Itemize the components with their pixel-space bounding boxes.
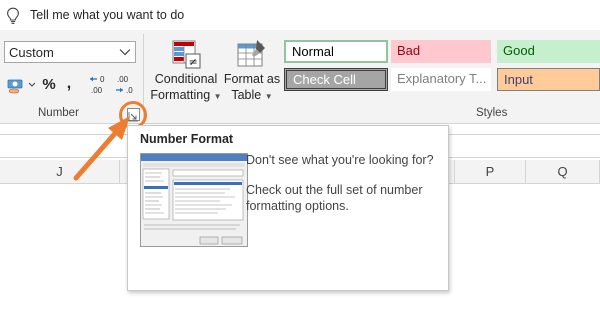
percent-style-button[interactable]: % xyxy=(40,74,58,96)
increase-decimal-button[interactable]: 0 .00 xyxy=(88,74,112,96)
lightbulb-icon xyxy=(7,7,19,24)
style-good[interactable]: Good xyxy=(497,40,600,63)
styles-group-label: Styles xyxy=(476,107,508,119)
decrease-decimal-icon: .00 .0 xyxy=(116,75,133,95)
dropdown-arrow-icon: ▼ xyxy=(264,92,273,101)
comma-style-button[interactable]: , xyxy=(62,74,76,96)
format-as-table-icon xyxy=(237,40,265,67)
dropdown-arrow-icon: ▼ xyxy=(213,92,222,101)
tooltip-title: Number Format xyxy=(140,132,234,146)
increase-decimal-icon: 0 .00 xyxy=(90,75,105,95)
conditional-formatting-icon: ≠ xyxy=(172,40,201,69)
decrease-decimal-button[interactable]: .00 .0 xyxy=(114,74,138,96)
column-header-p[interactable]: P xyxy=(454,160,526,184)
conditional-formatting-button[interactable]: ≠ Conditional Formatting ▼ xyxy=(150,36,222,106)
chevron-down-icon xyxy=(119,49,131,56)
style-bad[interactable]: Bad xyxy=(391,40,491,63)
svg-text:≠: ≠ xyxy=(189,56,198,69)
tell-me-bar[interactable]: Tell me what you want to do xyxy=(0,0,600,30)
format-cells-dialog-thumbnail xyxy=(140,153,248,247)
style-check-cell[interactable]: Check Cell xyxy=(284,68,388,91)
number-group-label: Number xyxy=(38,107,79,119)
tooltip-description: Check out the full set of number formatt… xyxy=(246,183,423,213)
svg-text:.00: .00 xyxy=(117,75,129,84)
svg-text:.00: .00 xyxy=(91,86,103,95)
style-normal[interactable]: Normal xyxy=(284,40,388,63)
svg-text:0: 0 xyxy=(100,75,105,84)
tell-me-text: Tell me what you want to do xyxy=(30,8,185,22)
style-input[interactable]: Input xyxy=(497,68,600,91)
column-header-q[interactable]: Q xyxy=(526,160,600,184)
tooltip-question: Don't see what you're looking for? xyxy=(246,153,434,167)
number-format-tooltip: Number Format Don't see what you're look… xyxy=(127,125,449,291)
style-explanatory[interactable]: Explanatory T... xyxy=(391,68,491,91)
conditional-formatting-label-2: Formatting xyxy=(150,88,211,102)
format-as-table-label-row: Table ▼ xyxy=(222,88,282,102)
number-format-value: Custom xyxy=(9,45,54,60)
column-header-j[interactable]: J xyxy=(0,160,120,184)
format-as-table-button[interactable]: Format as Table ▼ xyxy=(222,36,282,106)
conditional-formatting-label-row: Formatting ▼ xyxy=(150,88,222,102)
conditional-formatting-label-1: Conditional xyxy=(154,72,218,86)
ribbon: Custom % , 0 .00 .00 .0 Number ≠ Conditi… xyxy=(0,30,600,124)
accounting-format-button[interactable] xyxy=(6,74,38,96)
svg-text:.0: .0 xyxy=(126,86,133,95)
format-as-table-label-1: Format as xyxy=(223,72,281,86)
number-format-dropdown[interactable]: Custom xyxy=(4,41,136,63)
accounting-format-icon xyxy=(7,79,36,94)
format-as-table-label-2: Table xyxy=(231,88,262,102)
